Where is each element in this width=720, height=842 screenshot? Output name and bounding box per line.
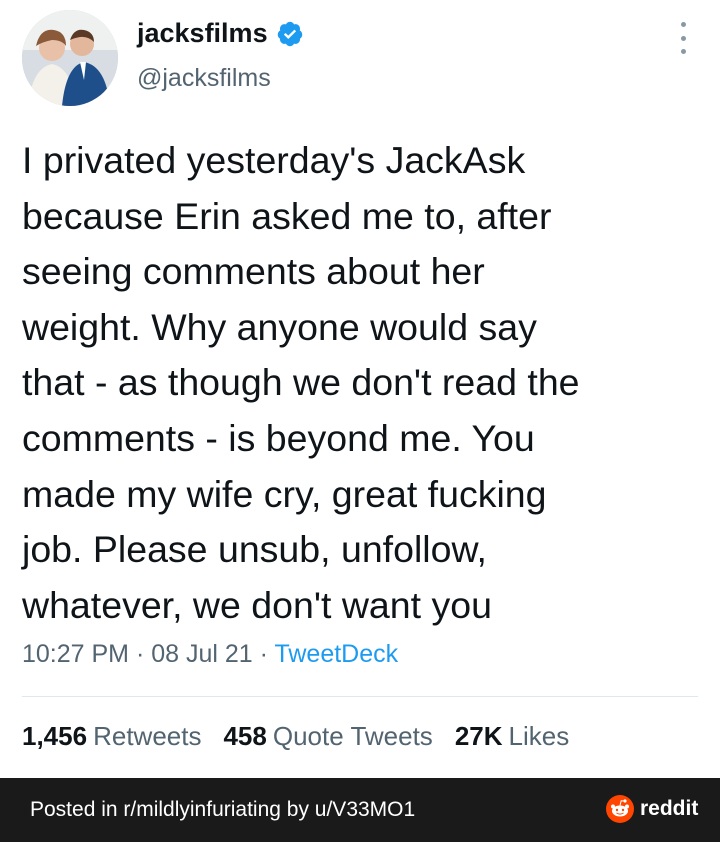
divider bbox=[22, 696, 698, 697]
reddit-alien-icon bbox=[606, 795, 634, 823]
retweets-count: 1,456 bbox=[22, 721, 88, 751]
avatar-photo bbox=[22, 10, 118, 106]
likes-label: Likes bbox=[508, 721, 570, 751]
more-dot bbox=[680, 35, 686, 41]
more-dot bbox=[680, 49, 686, 54]
quote-tweets-stat[interactable]: 458 Quote Tweets bbox=[223, 721, 432, 752]
tweet-meta: 10:27 PM · 08 Jul 21 · TweetDeck bbox=[22, 640, 398, 669]
quote-tweets-label: Quote Tweets bbox=[272, 721, 433, 751]
tweet-stats: 1,456 Retweets 458 Quote Tweets 27K Likes bbox=[22, 721, 569, 752]
verified-badge-icon bbox=[277, 21, 302, 46]
avatar[interactable] bbox=[22, 10, 118, 106]
display-name-text: jacksfilms bbox=[137, 18, 268, 48]
handle[interactable]: @jacksfilms bbox=[137, 64, 271, 93]
tweet-time[interactable]: 10:27 PM bbox=[22, 640, 129, 668]
retweets-label: Retweets bbox=[93, 721, 202, 751]
more-options-icon[interactable] bbox=[676, 22, 690, 54]
reddit-footer: Posted in r/mildlyinfuriating by u/V33MO… bbox=[0, 778, 720, 842]
retweets-stat[interactable]: 1,456 Retweets bbox=[22, 721, 201, 752]
likes-count: 27K bbox=[454, 721, 503, 751]
tweet-card: jacksfilms @jacksfilms I privated yester… bbox=[0, 0, 720, 778]
meta-separator: · bbox=[129, 640, 152, 668]
quote-tweets-count: 458 bbox=[223, 721, 267, 751]
tweet-date[interactable]: 08 Jul 21 bbox=[151, 640, 252, 668]
display-name[interactable]: jacksfilms bbox=[137, 18, 304, 49]
more-dot bbox=[680, 22, 686, 27]
posted-in-text[interactable]: Posted in r/mildlyinfuriating by u/V33MO… bbox=[30, 798, 415, 822]
meta-separator: · bbox=[252, 640, 275, 668]
reddit-wordmark: reddit bbox=[640, 797, 699, 820]
tweet-text: I privated yesterday's JackAsk because E… bbox=[22, 139, 580, 626]
reddit-brand[interactable]: reddit bbox=[606, 795, 698, 823]
tweet-source[interactable]: TweetDeck bbox=[274, 640, 398, 668]
likes-stat[interactable]: 27K Likes bbox=[455, 721, 569, 752]
